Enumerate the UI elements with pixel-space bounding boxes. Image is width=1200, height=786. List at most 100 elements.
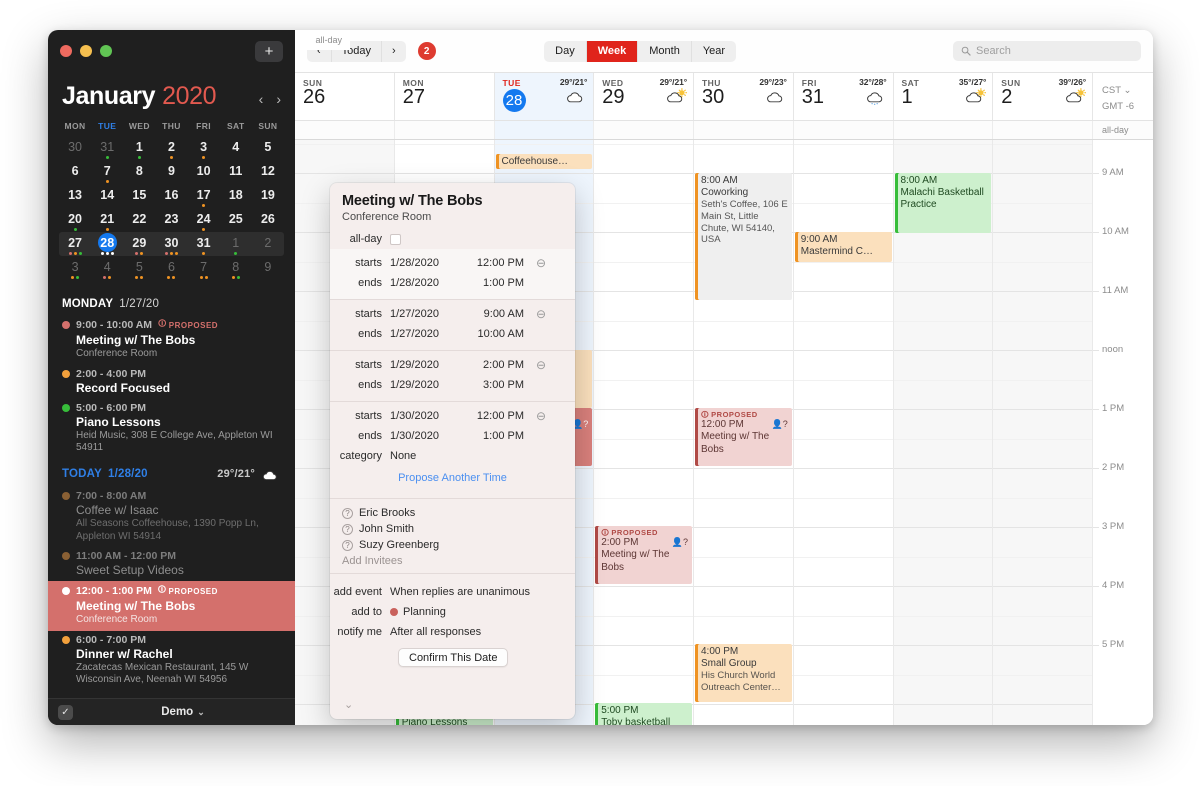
mini-day-12[interactable]: 12: [252, 160, 284, 184]
notification-badge[interactable]: 2: [418, 42, 436, 60]
agenda-event-item[interactable]: 11:00 AM - 12:00 PMSweet Setup Videos: [48, 547, 295, 581]
ends-date[interactable]: 1/27/2020: [390, 328, 462, 340]
calendar-event[interactable]: 5:00 PMToby basketball game: [595, 703, 692, 725]
all-day-cell-28[interactable]: [495, 121, 595, 139]
mini-day-3[interactable]: 3: [188, 136, 220, 160]
mini-day-26[interactable]: 26: [252, 208, 284, 232]
mini-day-8[interactable]: 8: [220, 256, 252, 280]
add-to-value[interactable]: Planning: [390, 606, 446, 618]
mini-calendar-next-button[interactable]: ›: [276, 91, 281, 107]
mini-day-3[interactable]: 3: [59, 256, 91, 280]
remove-time-option-icon[interactable]: ⊖: [536, 409, 546, 423]
ends-time[interactable]: 10:00 AM: [462, 328, 524, 340]
day-column-31[interactable]: 9:00 AMMastermind C…: [794, 140, 894, 725]
starts-time[interactable]: 12:00 PM: [462, 257, 524, 269]
ends-date[interactable]: 1/30/2020: [390, 430, 462, 442]
category-value[interactable]: None: [390, 450, 462, 462]
day-header-mon-27[interactable]: MON27: [395, 73, 495, 120]
mini-day-2[interactable]: 2: [252, 232, 284, 256]
mini-day-25[interactable]: 25: [220, 208, 252, 232]
mini-day-4[interactable]: 4: [91, 256, 123, 280]
day-column-2[interactable]: [993, 140, 1093, 725]
notify-value[interactable]: After all responses: [390, 626, 481, 638]
mini-day-7[interactable]: 7: [188, 256, 220, 280]
popover-time-option[interactable]: starts1/28/202012:00 PM⊖ends1/28/20201:0…: [330, 249, 575, 300]
mini-day-10[interactable]: 10: [188, 160, 220, 184]
mini-day-13[interactable]: 13: [59, 184, 91, 208]
calendar-event[interactable]: 🛈PROPOSED12:00 PM👤?Meeting w/ The Bobs: [695, 408, 792, 466]
all-day-cell-1[interactable]: [894, 121, 994, 139]
mini-day-1[interactable]: 1: [123, 136, 155, 160]
day-header-tue-28[interactable]: TUE2829°/21°: [495, 73, 595, 120]
mini-day-2[interactable]: 2: [155, 136, 187, 160]
popover-time-option[interactable]: starts1/27/20209:00 AM⊖ends1/27/202010:0…: [330, 300, 575, 351]
agenda-event-item[interactable]: 5:00 - 6:00 PMPiano LessonsHeid Music, 3…: [48, 399, 295, 459]
next-week-button[interactable]: ›: [382, 41, 406, 62]
mini-day-21[interactable]: 21: [91, 208, 123, 232]
ends-time[interactable]: 3:00 PM: [462, 379, 524, 391]
check-icon[interactable]: ✓: [58, 705, 73, 720]
mini-day-28[interactable]: 28: [91, 232, 123, 256]
view-tab-week[interactable]: Week: [587, 41, 639, 62]
mini-day-5[interactable]: 5: [123, 256, 155, 280]
all-day-cell-27[interactable]: [395, 121, 495, 139]
timezone-selector[interactable]: CST ⌄: [1102, 85, 1153, 96]
calendar-event[interactable]: 4:00 PMSmall GroupHis Church World Outre…: [695, 644, 792, 702]
calendar-event[interactable]: 8:00 AMMalachi Basketball Practice: [895, 173, 992, 233]
mini-day-1[interactable]: 1: [220, 232, 252, 256]
calendar-event[interactable]: 🛈PROPOSED2:00 PM👤?Meeting w/ The Bobs: [595, 526, 692, 584]
day-header-sat-1[interactable]: SAT135°/27°: [894, 73, 994, 120]
mini-day-18[interactable]: 18: [220, 184, 252, 208]
calendar-event[interactable]: 9:00 AMMastermind C…: [795, 232, 892, 262]
agenda-event-item[interactable]: 6:00 - 7:00 PMDinner w/ RachelZacatecas …: [48, 631, 295, 691]
starts-time[interactable]: 12:00 PM: [462, 410, 524, 422]
agenda-event-item[interactable]: 12:00 - 1:00 PM🛈PROPOSEDMeeting w/ The B…: [48, 581, 295, 631]
remove-time-option-icon[interactable]: ⊖: [536, 307, 546, 321]
invitee-row[interactable]: ?Suzy Greenberg: [330, 537, 575, 553]
invitee-row[interactable]: ?John Smith: [330, 521, 575, 537]
popover-time-option[interactable]: starts1/30/202012:00 PM⊖ends1/30/20201:0…: [330, 402, 575, 499]
starts-date[interactable]: 1/28/2020: [390, 257, 462, 269]
mini-day-30[interactable]: 30: [155, 232, 187, 256]
view-tab-year[interactable]: Year: [692, 41, 736, 62]
popover-time-option[interactable]: starts1/29/20202:00 PM⊖ends1/29/20203:00…: [330, 351, 575, 402]
add-invitees-button[interactable]: Add Invitees: [330, 553, 575, 569]
mini-day-15[interactable]: 15: [123, 184, 155, 208]
mini-day-7[interactable]: 7: [91, 160, 123, 184]
mini-day-14[interactable]: 14: [91, 184, 123, 208]
day-header-thu-30[interactable]: THU3029°/23°: [694, 73, 794, 120]
starts-date[interactable]: 1/30/2020: [390, 410, 462, 422]
starts-date[interactable]: 1/29/2020: [390, 359, 462, 371]
mini-day-31[interactable]: 31: [91, 136, 123, 160]
calendar-event[interactable]: 8:00 AMCoworkingSeth's Coffee, 106 E Mai…: [695, 173, 792, 300]
mini-day-23[interactable]: 23: [155, 208, 187, 232]
view-tab-day[interactable]: Day: [544, 41, 587, 62]
mini-day-22[interactable]: 22: [123, 208, 155, 232]
remove-time-option-icon[interactable]: ⊖: [536, 358, 546, 372]
day-column-30[interactable]: 8:00 AMCoworkingSeth's Coffee, 106 E Mai…: [694, 140, 794, 725]
mini-calendar-prev-button[interactable]: ‹: [259, 91, 264, 107]
mini-day-5[interactable]: 5: [252, 136, 284, 160]
starts-time[interactable]: 9:00 AM: [462, 308, 524, 320]
add-event-button[interactable]: +: [255, 41, 283, 62]
invitee-row[interactable]: ?Eric Brooks: [330, 505, 575, 521]
all-day-cell-30[interactable]: [694, 121, 794, 139]
minimize-button[interactable]: [80, 45, 92, 57]
mini-day-4[interactable]: 4: [220, 136, 252, 160]
all-day-cell-26[interactable]: [295, 121, 395, 139]
all-day-cell-31[interactable]: [794, 121, 894, 139]
mini-day-9[interactable]: 9: [155, 160, 187, 184]
zoom-button[interactable]: [100, 45, 112, 57]
starts-time[interactable]: 2:00 PM: [462, 359, 524, 371]
remove-time-option-icon[interactable]: ⊖: [536, 256, 546, 270]
ends-date[interactable]: 1/28/2020: [390, 277, 462, 289]
mini-day-30[interactable]: 30: [59, 136, 91, 160]
propose-another-time-link[interactable]: Propose Another Time: [330, 466, 575, 492]
mini-day-6[interactable]: 6: [155, 256, 187, 280]
all-day-cell-29[interactable]: [594, 121, 694, 139]
mini-day-31[interactable]: 31: [188, 232, 220, 256]
ends-date[interactable]: 1/29/2020: [390, 379, 462, 391]
day-header-wed-29[interactable]: WED2929°/21°: [594, 73, 694, 120]
day-header-fri-31[interactable]: FRI3132°/28°: [794, 73, 894, 120]
agenda-event-item[interactable]: 7:00 - 8:00 AMCoffee w/ IsaacAll Seasons…: [48, 487, 295, 547]
